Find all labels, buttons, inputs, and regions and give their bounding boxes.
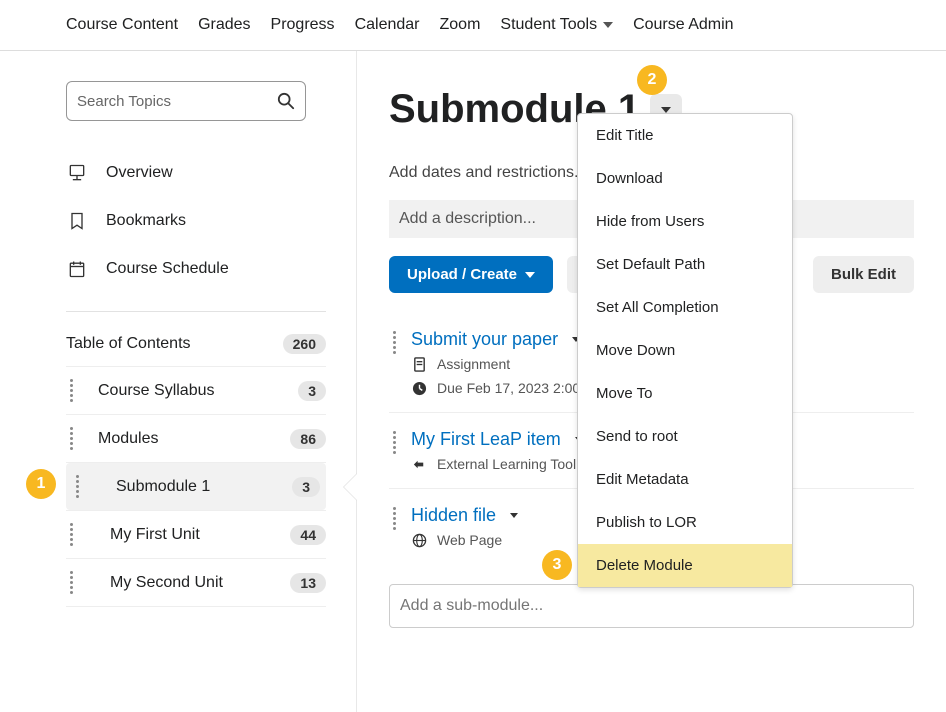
clock-icon xyxy=(411,380,427,396)
drag-handle-icon[interactable] xyxy=(389,505,399,530)
nav-grades[interactable]: Grades xyxy=(198,12,250,38)
chevron-down-icon xyxy=(525,272,535,278)
drag-handle-icon[interactable] xyxy=(66,523,76,546)
web-page-icon xyxy=(411,532,427,548)
nav-zoom[interactable]: Zoom xyxy=(440,12,481,38)
toc-item-syllabus[interactable]: Course Syllabus 3 xyxy=(66,367,326,414)
menu-publish-to-lor[interactable]: Publish to LOR xyxy=(578,501,792,544)
toc-count: 13 xyxy=(290,573,326,593)
calendar-icon xyxy=(66,259,88,279)
menu-set-default-path[interactable]: Set Default Path xyxy=(578,243,792,286)
external-tool-icon xyxy=(411,456,427,472)
drag-handle-icon[interactable] xyxy=(389,329,399,354)
item-link[interactable]: My First LeaP item xyxy=(411,429,561,450)
menu-move-to[interactable]: Move To xyxy=(578,372,792,415)
search-input[interactable] xyxy=(77,93,277,110)
upload-create-button[interactable]: Upload / Create xyxy=(389,256,553,293)
toc-label: Modules xyxy=(98,430,158,448)
nav-bookmarks[interactable]: Bookmarks xyxy=(66,197,326,245)
chevron-down-icon xyxy=(661,107,671,113)
annotation-badge-3: 3 xyxy=(542,550,572,580)
nav-list: Overview Bookmarks Course Schedule xyxy=(66,149,326,293)
menu-hide-from-users[interactable]: Hide from Users xyxy=(578,200,792,243)
annotation-badge-2: 2 xyxy=(637,65,667,95)
drag-handle-icon[interactable] xyxy=(66,379,76,402)
divider xyxy=(66,606,326,607)
drag-handle-icon[interactable] xyxy=(389,429,399,454)
menu-delete-module[interactable]: Delete Module xyxy=(578,544,792,587)
top-nav: Course Content Grades Progress Calendar … xyxy=(0,0,946,51)
toc-count: 3 xyxy=(298,381,326,401)
item-link[interactable]: Submit your paper xyxy=(411,329,558,350)
menu-download[interactable]: Download xyxy=(578,157,792,200)
nav-overview[interactable]: Overview xyxy=(66,149,326,197)
nav-student-tools[interactable]: Student Tools xyxy=(500,12,613,38)
toc-count: 3 xyxy=(292,477,320,497)
upload-create-label: Upload / Create xyxy=(407,266,517,283)
toc-label: My Second Unit xyxy=(110,574,223,592)
main-content: Submodule 1 2 Add dates and restrictions… xyxy=(357,51,946,712)
toc-item-submodule-1[interactable]: Submodule 1 3 xyxy=(66,463,326,510)
toc-count: 86 xyxy=(290,429,326,449)
item-link[interactable]: Hidden file xyxy=(411,505,496,526)
nav-overview-label: Overview xyxy=(106,164,173,182)
nav-progress[interactable]: Progress xyxy=(271,12,335,38)
sidebar: Overview Bookmarks Course Schedule Table… xyxy=(0,51,357,712)
overview-icon xyxy=(66,163,88,183)
annotation-badge-1: 1 xyxy=(26,469,56,499)
search-icon xyxy=(277,92,295,110)
item-type: Assignment xyxy=(437,356,510,372)
menu-move-down[interactable]: Move Down xyxy=(578,329,792,372)
nav-bookmarks-label: Bookmarks xyxy=(106,212,186,230)
chevron-down-icon[interactable] xyxy=(510,513,518,518)
add-submodule-input[interactable] xyxy=(389,584,914,628)
menu-set-all-completion[interactable]: Set All Completion xyxy=(578,286,792,329)
menu-send-to-root[interactable]: Send to root xyxy=(578,415,792,458)
toc-count: 44 xyxy=(290,525,326,545)
toc-item-modules[interactable]: Modules 86 xyxy=(66,415,326,462)
drag-handle-icon[interactable] xyxy=(66,427,76,450)
module-actions-dropdown: Edit Title Download Hide from Users Set … xyxy=(577,113,793,588)
nav-course-content[interactable]: Course Content xyxy=(66,12,178,38)
toc-label: Course Syllabus xyxy=(98,382,215,400)
toc-item-first-unit[interactable]: My First Unit 44 xyxy=(66,511,326,558)
toc-item-second-unit[interactable]: My Second Unit 13 xyxy=(66,559,326,606)
bookmark-icon xyxy=(66,211,88,231)
toc-label: My First Unit xyxy=(110,526,200,544)
menu-edit-title[interactable]: Edit Title xyxy=(578,114,792,157)
assignment-icon xyxy=(411,356,427,372)
nav-calendar[interactable]: Calendar xyxy=(355,12,420,38)
search-box[interactable] xyxy=(66,81,306,121)
nav-schedule-label: Course Schedule xyxy=(106,260,229,278)
item-type: Web Page xyxy=(437,532,502,548)
divider xyxy=(66,311,326,312)
bulk-edit-button[interactable]: Bulk Edit xyxy=(813,256,914,293)
toc-label: Submodule 1 xyxy=(116,478,210,496)
nav-schedule[interactable]: Course Schedule xyxy=(66,245,326,293)
layout: Overview Bookmarks Course Schedule Table… xyxy=(0,51,946,712)
toc-total-count: 260 xyxy=(283,334,326,354)
menu-edit-metadata[interactable]: Edit Metadata xyxy=(578,458,792,501)
nav-course-admin[interactable]: Course Admin xyxy=(633,12,734,38)
toc-header[interactable]: Table of Contents 260 xyxy=(66,322,326,366)
item-type: External Learning Tool xyxy=(437,456,576,472)
toc-title: Table of Contents xyxy=(66,335,191,353)
drag-handle-icon[interactable] xyxy=(72,475,82,498)
drag-handle-icon[interactable] xyxy=(66,571,76,594)
